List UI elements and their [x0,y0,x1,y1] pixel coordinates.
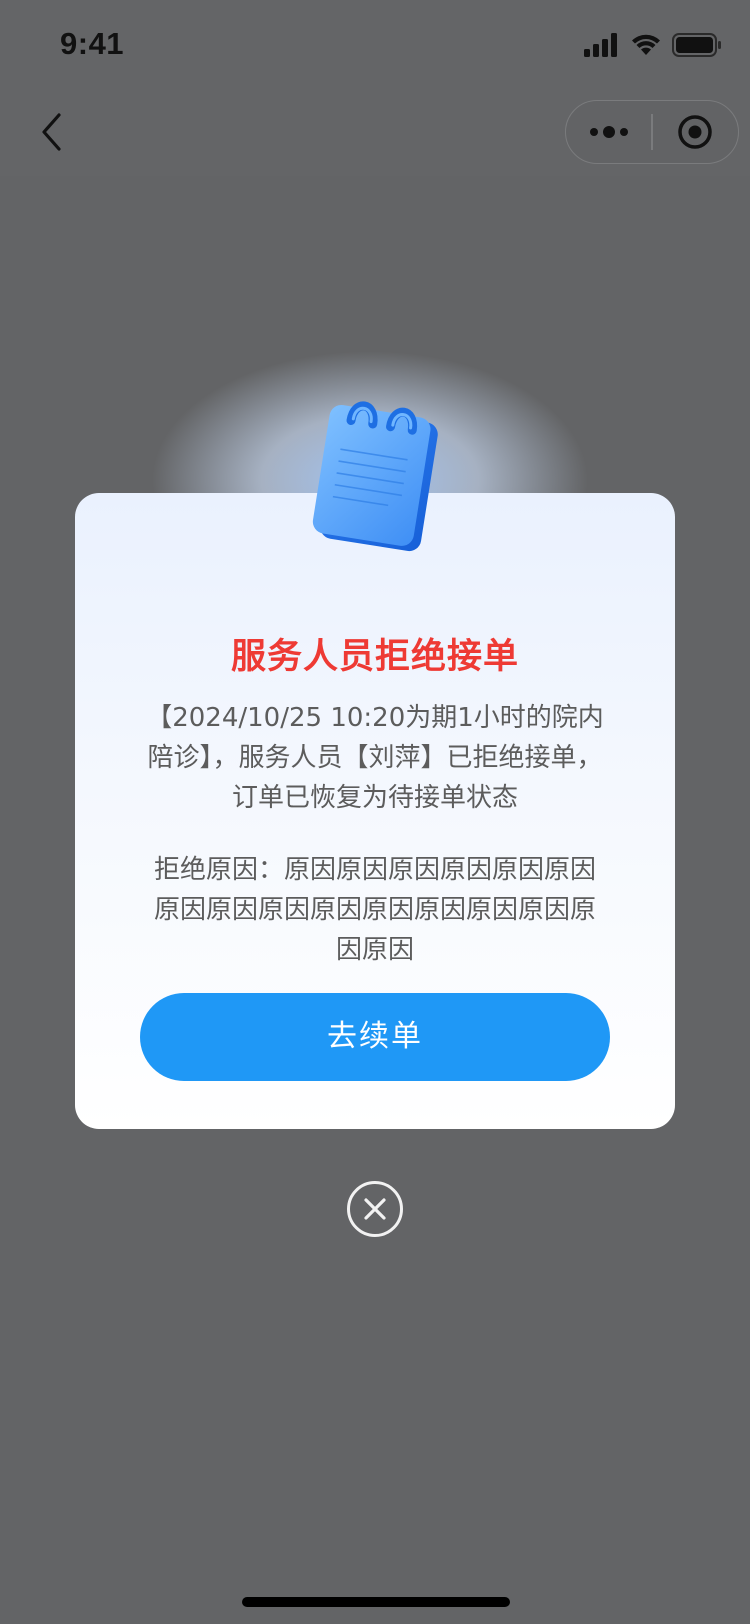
rejection-reason: 拒绝原因：原因原因原因原因原因原因原因原因原因原因原因原因原因原因原因原因 [153,855,596,965]
notebook-icon [312,401,438,552]
dialog-message: 【2024/10/25 10:20为期1小时的院内陪诊】，服务人员【刘萍】已拒绝… [146,703,604,813]
status-time: 9:41 [60,26,125,61]
close-circle-icon [347,1181,403,1237]
rejection-dialog: 服务人员拒绝接单 【2024/10/25 10:20为期1小时的院内陪诊】，服务… [75,493,675,1129]
exit-button[interactable] [653,101,738,163]
back-button[interactable] [26,106,78,158]
renew-order-button[interactable]: 去续单 [140,993,610,1081]
dialog-title: 服务人员拒绝接单 [230,637,519,677]
wifi-icon [632,34,660,55]
more-dots-icon [589,126,628,138]
home-indicator [242,1597,510,1607]
close-button[interactable] [346,1180,404,1238]
status-icons [584,30,722,60]
target-icon [678,115,713,149]
more-button[interactable] [566,101,651,163]
nav-bar [0,88,750,176]
signal-icon [584,33,617,57]
status-bar: 9:41 [0,0,750,88]
battery-icon [672,33,721,57]
chevron-left-icon [42,113,61,151]
mini-program-capsule [565,100,739,164]
